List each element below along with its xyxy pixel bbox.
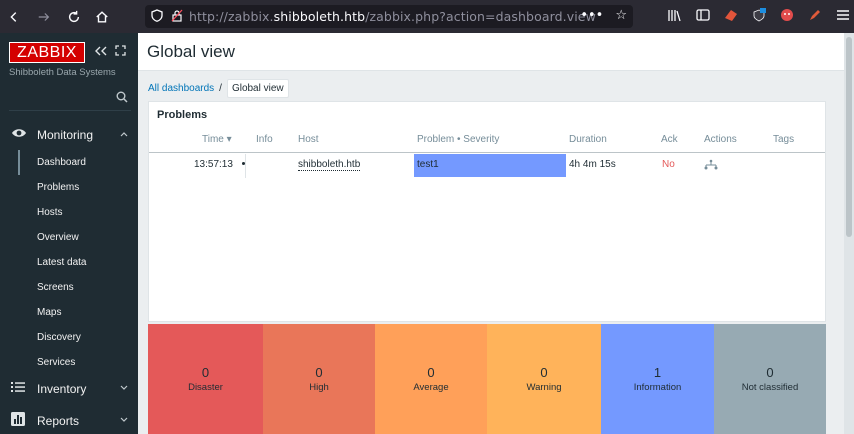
- severity-count: 0: [766, 364, 774, 380]
- sidebar-item-problems[interactable]: Problems: [37, 182, 79, 193]
- page-title: Global view: [147, 42, 235, 61]
- menu-inventory-label: Inventory: [37, 382, 87, 396]
- cell-time[interactable]: 13:57:13: [194, 159, 233, 170]
- widget-title: Problems: [157, 109, 208, 121]
- column-divider: [245, 154, 246, 178]
- breadcrumb-all-dashboards[interactable]: All dashboards: [148, 83, 214, 94]
- sidebar: ZABBIX Shibboleth Data Systems Monitorin…: [0, 33, 138, 434]
- severity-label: High: [309, 381, 329, 393]
- org-name: Shibboleth Data Systems: [9, 67, 116, 78]
- search-icon[interactable]: [116, 91, 128, 107]
- severity-count: 0: [315, 364, 323, 380]
- reload-icon[interactable]: [63, 6, 85, 28]
- severity-count: 0: [540, 364, 548, 380]
- page-header: Global view: [138, 33, 854, 71]
- insecure-lock-icon[interactable]: [171, 9, 183, 25]
- extension-pen-icon[interactable]: [806, 5, 824, 25]
- forward-icon[interactable]: [33, 6, 55, 28]
- sidebar-item-hosts[interactable]: Hosts: [37, 207, 63, 218]
- sidebar-item-overview[interactable]: Overview: [37, 232, 79, 243]
- bar-chart-icon: [11, 412, 27, 430]
- zabbix-logo[interactable]: ZABBIX: [9, 42, 85, 63]
- severity-high[interactable]: 0 High: [263, 324, 375, 434]
- severity-disaster[interactable]: 0 Disaster: [148, 324, 263, 434]
- home-icon[interactable]: [91, 6, 113, 28]
- severity-not-classified[interactable]: 0 Not classified: [714, 324, 826, 434]
- problems-by-severity-widget: 0 Disaster 0 High 0 Average 0 Warning 1 …: [148, 324, 826, 434]
- severity-label: Average: [413, 381, 449, 393]
- url-bar[interactable]: http://zabbix.shibboleth.htb/zabbix.php?…: [145, 5, 633, 28]
- menu-reports-label: Reports: [37, 414, 80, 428]
- col-header-info: Info: [256, 134, 273, 145]
- sidebar-item-screens[interactable]: Screens: [37, 282, 74, 293]
- col-header-ack: Ack: [661, 134, 678, 145]
- bookmark-star-icon[interactable]: ☆: [615, 8, 627, 23]
- browser-toolbar: http://zabbix.shibboleth.htb/zabbix.php?…: [0, 0, 854, 33]
- severity-label: Warning: [526, 381, 562, 393]
- problem-name[interactable]: test1: [417, 159, 439, 170]
- col-header-host[interactable]: Host: [298, 134, 319, 145]
- chevron-down-icon: [120, 416, 128, 426]
- severity-count: 1: [653, 364, 662, 380]
- col-header-duration: Duration: [569, 134, 607, 145]
- severity-information[interactable]: 1 Information: [601, 324, 714, 434]
- host-link[interactable]: shibboleth.htb: [298, 159, 361, 171]
- eye-icon: [11, 127, 27, 143]
- extension-red-icon[interactable]: [722, 5, 740, 25]
- chevron-down-icon: [120, 384, 128, 394]
- page-scrollbar[interactable]: [844, 33, 854, 434]
- main-content: Global view All dashboards / Global view…: [138, 33, 854, 434]
- sidebar-item-latest-data[interactable]: Latest data: [37, 257, 86, 268]
- severity-count: 0: [427, 364, 435, 380]
- list-icon: [11, 381, 27, 397]
- breadcrumb-separator: /: [219, 83, 222, 94]
- header-divider: [149, 152, 825, 153]
- sidebar-icon[interactable]: [694, 5, 712, 25]
- problems-widget: Problems Time ▾ Info Host Problem • Seve…: [148, 101, 826, 322]
- col-header-actions: Actions: [704, 134, 737, 145]
- severity-label: Disaster: [188, 381, 223, 393]
- sidebar-item-dashboard[interactable]: Dashboard: [37, 157, 86, 168]
- breadcrumb: All dashboards / Global view: [148, 79, 289, 98]
- severity-warning[interactable]: 0 Warning: [487, 324, 601, 434]
- menu-monitoring[interactable]: Monitoring: [0, 122, 138, 148]
- menu-icon[interactable]: [834, 5, 852, 25]
- url-text[interactable]: http://zabbix.shibboleth.htb/zabbix.php?…: [189, 9, 596, 24]
- severity-average[interactable]: 0 Average: [375, 324, 487, 434]
- col-header-tags: Tags: [773, 134, 795, 145]
- col-header-problem-severity[interactable]: Problem • Severity: [417, 134, 499, 145]
- breadcrumb-current[interactable]: Global view: [226, 79, 289, 98]
- severity-label: Not classified: [741, 381, 799, 393]
- extension-shield-icon[interactable]: [750, 5, 768, 25]
- collapse-sidebar-icon[interactable]: [95, 45, 107, 59]
- cell-host[interactable]: shibboleth.htb: [298, 159, 361, 171]
- page-actions-icon[interactable]: •••: [580, 8, 603, 23]
- library-icon[interactable]: [666, 5, 684, 25]
- menu-monitoring-label: Monitoring: [37, 128, 94, 142]
- cell-problem-severity[interactable]: test1: [414, 154, 566, 177]
- sidebar-item-services[interactable]: Services: [37, 357, 75, 368]
- active-item-indicator: [18, 150, 20, 175]
- severity-count: 0: [201, 364, 210, 380]
- menu-reports[interactable]: Reports: [0, 408, 138, 434]
- shield-icon[interactable]: [151, 8, 163, 25]
- sidebar-search-input[interactable]: [9, 89, 131, 111]
- back-icon[interactable]: [3, 6, 25, 28]
- actions-icon[interactable]: [704, 159, 718, 174]
- col-header-time[interactable]: Time ▾: [202, 134, 232, 145]
- scrollbar-thumb[interactable]: [846, 37, 852, 237]
- menu-inventory[interactable]: Inventory: [0, 376, 138, 402]
- severity-label: Information: [633, 381, 682, 393]
- chevron-up-icon: [120, 130, 128, 140]
- cell-duration: 4h 4m 15s: [569, 159, 616, 170]
- sidebar-item-discovery[interactable]: Discovery: [37, 332, 81, 343]
- cell-ack[interactable]: No: [662, 159, 675, 170]
- kiosk-mode-icon[interactable]: [115, 45, 126, 59]
- extension-cat-icon[interactable]: [778, 5, 796, 25]
- sidebar-item-maps[interactable]: Maps: [37, 307, 61, 318]
